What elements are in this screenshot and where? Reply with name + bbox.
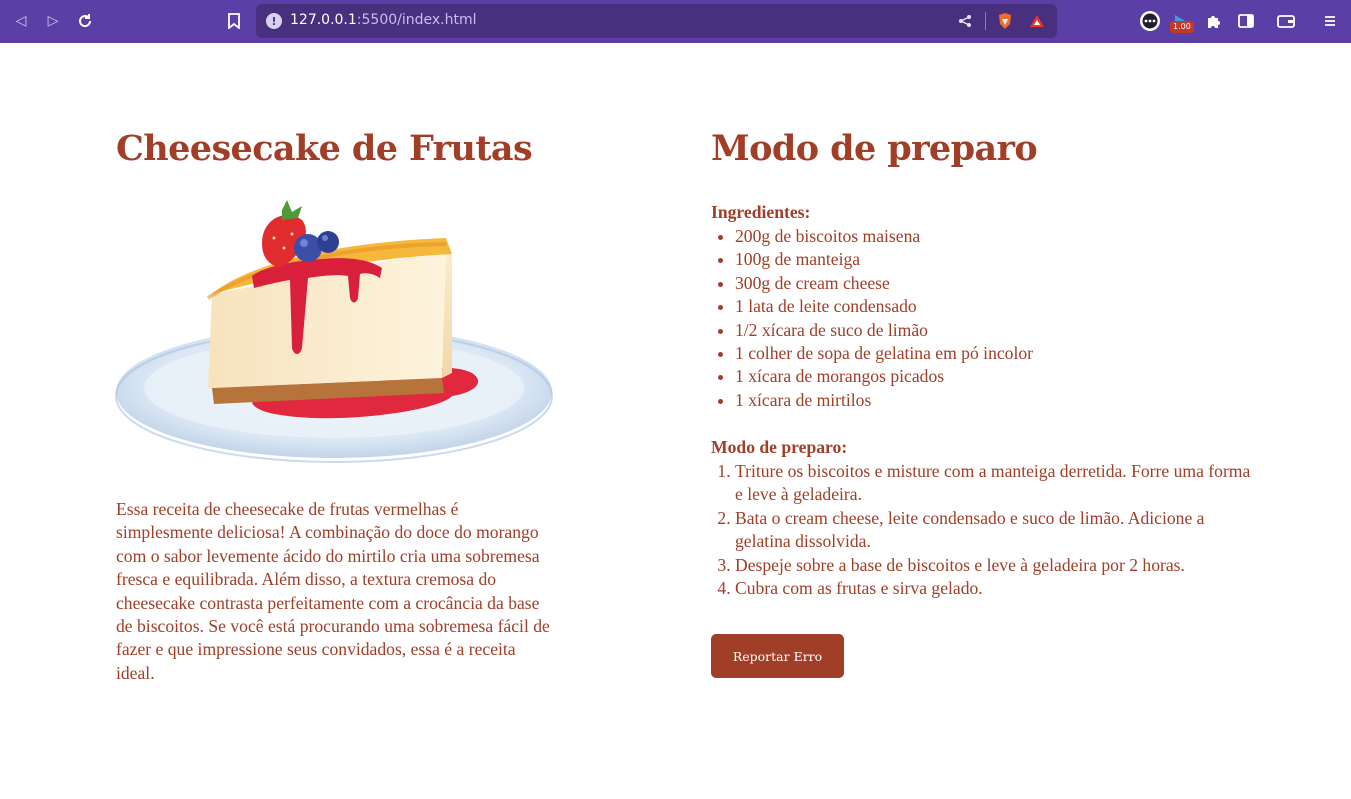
reload-icon[interactable] — [74, 10, 96, 32]
list-item: 1 xícara de mirtilos — [735, 389, 1255, 412]
steps-label: Modo de preparo: — [711, 437, 848, 457]
steps-list: Triture os biscoitos e misture com a man… — [735, 460, 1255, 600]
browser-toolbar: ◁ ▷ ! 127.0.0.1:5500/index.html 1.00 — [0, 0, 1351, 43]
sidebar-toggle-icon[interactable] — [1235, 10, 1257, 32]
address-divider — [985, 12, 986, 30]
ingredients-label: Ingredientes: — [711, 202, 811, 222]
recipe-title: Cheesecake de Frutas — [116, 128, 533, 169]
wallet-icon[interactable] — [1275, 10, 1297, 32]
extension-menu-icon[interactable] — [1139, 10, 1161, 32]
forward-icon[interactable]: ▷ — [42, 10, 64, 32]
list-item: Despeje sobre a base de biscoitos e leve… — [735, 554, 1255, 577]
list-item: 1/2 xícara de suco de limão — [735, 319, 1255, 342]
cheesecake-image — [115, 200, 553, 463]
list-item: Cubra com as frutas e sirva gelado. — [735, 577, 1255, 600]
ingredients-list: 200g de biscoitos maisena 100g de mantei… — [735, 225, 1255, 412]
brave-shield-icon[interactable] — [996, 12, 1014, 30]
list-item: 300g de cream cheese — [735, 272, 1255, 295]
extensions-puzzle-icon[interactable] — [1203, 10, 1225, 32]
list-item: 200g de biscoitos maisena — [735, 225, 1255, 248]
list-item: 1 colher de sopa de gelatina em pó incol… — [735, 342, 1255, 365]
address-bar[interactable]: ! 127.0.0.1:5500/index.html — [256, 4, 1057, 38]
extension-badge: 1.00 — [1170, 21, 1194, 33]
list-item: 1 lata de leite condensado — [735, 295, 1255, 318]
url-text: 127.0.0.1:5500/index.html — [290, 12, 477, 28]
url-host: 127.0.0.1 — [290, 12, 357, 28]
list-item: Triture os biscoitos e misture com a man… — [735, 460, 1255, 507]
url-path: :5500/index.html — [356, 12, 477, 28]
recipe-description: Essa receita de cheesecake de frutas ver… — [116, 499, 550, 683]
list-item: 1 xícara de morangos picados — [735, 365, 1255, 388]
report-error-button[interactable]: Reportar Erro — [711, 634, 844, 678]
share-icon[interactable] — [956, 12, 974, 30]
back-icon[interactable]: ◁ — [10, 10, 32, 32]
list-item: 100g de manteiga — [735, 248, 1255, 271]
brave-rewards-icon[interactable] — [1028, 12, 1046, 30]
preparation-title: Modo de preparo — [711, 128, 1038, 169]
bookmark-icon[interactable] — [223, 10, 245, 32]
list-item: Bata o cream cheese, leite condensado e … — [735, 507, 1255, 554]
main-menu-icon[interactable] — [1319, 10, 1341, 32]
site-info-icon[interactable]: ! — [266, 13, 282, 29]
